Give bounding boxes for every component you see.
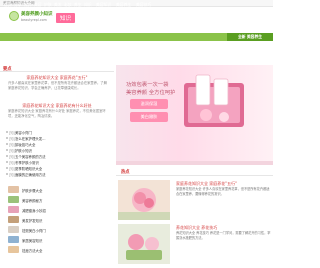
list-item[interactable]: [知] 面膜的正确使用方法 [6, 172, 114, 178]
nav-item-beauty[interactable]: 美容 [34, 2, 42, 8]
site-logo[interactable]: 美容养颜小知识 beautyrepl.com [9, 10, 53, 27]
list-item-tag: [知] [9, 155, 15, 159]
bullet-icon [6, 161, 8, 163]
thumb-list-text[interactable]: 家居美容知识 [22, 238, 42, 243]
bullet-icon [6, 155, 8, 157]
thumb-list-item[interactable]: 美容养颜秘方 [8, 196, 114, 204]
thumb-list-text[interactable]: 美容养颜秘方 [22, 198, 42, 203]
thumbnail-image[interactable] [8, 196, 19, 203]
product-image [184, 74, 244, 127]
summary-1: 许多人都喜欢在家里养花草，但不是所有花卉都适合在家里养。了解家庭养花知识，学会正… [8, 81, 107, 90]
nav-item-beauty-health[interactable]: 美容养生 [116, 2, 131, 8]
thumb-list-item[interactable]: 美发护发知识 [8, 216, 114, 224]
banner-heading: 功效包裹一次一袋 [126, 82, 169, 88]
thumb-list-item[interactable]: 祛痘方法大全 [8, 246, 114, 254]
logo-domain: beautyrepl.com [21, 18, 47, 22]
thumbnail-image[interactable] [8, 246, 19, 253]
thumb-list-item[interactable]: 减肥瘦身小妙招 [8, 206, 114, 214]
bullet-icon [6, 137, 8, 139]
thumb-list-item[interactable]: 祛斑美白小窍门 [8, 226, 114, 234]
thumb-list-item[interactable]: 家居美容知识 [8, 236, 114, 244]
thumb-list-text[interactable]: 祛痘方法大全 [22, 248, 42, 253]
article-image[interactable] [118, 224, 170, 264]
nav-item-home[interactable]: 首页 [4, 2, 12, 8]
list-item-tag: [知] [9, 161, 15, 165]
article-image[interactable] [118, 180, 170, 220]
thumb-list-text[interactable]: 护肤步骤大全 [22, 188, 42, 193]
nav-item-knowledge[interactable]: 知识 [84, 2, 92, 8]
thumbnail-image[interactable] [8, 236, 19, 243]
nav-item-health[interactable]: 养生 [74, 2, 82, 8]
list-item-text[interactable]: 卸妆技巧大全 [15, 142, 35, 147]
thumbnail-image[interactable] [8, 226, 19, 233]
list-item-text[interactable]: 五个美容养颜的方法 [15, 154, 46, 159]
article-summary: 家庭养花知识大全 许多人喜欢在家里养花草，但不是所有花卉都适合在家里养，要懂得养… [176, 187, 270, 196]
nav-item-beauty-knowledge[interactable]: 美容知识 [96, 2, 111, 8]
article-card[interactable]: 养花知识大全 养花技巧 养花知识大全 养花技巧 养花是一门学问，需要了解花卉的习… [118, 224, 273, 264]
list-item-text[interactable]: 夏季防晒知识大全 [15, 166, 42, 171]
list-item-tag: [知] [9, 143, 15, 147]
logo-text: 美容养颜小知识 [21, 12, 53, 17]
list-item-tag: [知] [9, 137, 15, 141]
thumbnail-image[interactable] [8, 186, 19, 193]
banner-footer-strip [116, 161, 273, 165]
nav-item-care[interactable]: 保养 [24, 2, 32, 8]
list-item-tag: [知] [9, 167, 15, 171]
category-badge[interactable]: 知识 [56, 13, 76, 23]
list-item-text[interactable]: 护肤小知识 [15, 148, 32, 153]
thumb-list-text[interactable]: 美发护发知识 [22, 218, 42, 223]
list-item-text[interactable]: 怎么在家护理头发… [15, 136, 46, 141]
bullet-icon [6, 149, 8, 151]
bullet-icon [6, 167, 8, 169]
bullet-icon [6, 143, 8, 145]
nav-item-beauty-tips[interactable]: 美容技巧 [136, 2, 151, 8]
nav-item-skincare[interactable]: 护肤 [44, 2, 52, 8]
article-card[interactable]: 家庭养花知识大全 家庭养花"五行" 家庭养花知识大全 许多人喜欢在家里养花草，但… [118, 180, 273, 220]
thumb-list-text[interactable]: 减肥瘦身小妙招 [22, 208, 46, 213]
divider [0, 71, 114, 72]
banner-button-whitening[interactable]: 美白嫩肤 [130, 112, 168, 122]
bullet-icon [6, 173, 8, 175]
thumbnail-image[interactable] [8, 216, 19, 223]
list-item-text[interactable]: 冬季护肤小常识 [15, 160, 39, 165]
list-item-text[interactable]: 美容小窍门 [15, 130, 32, 135]
thumb-list-item[interactable]: 护肤步骤大全 [8, 186, 114, 194]
list-item-tag: [知] [9, 149, 15, 153]
list-item-tag: [知] [9, 131, 15, 135]
nav-item-hair[interactable]: 美发 [54, 2, 62, 8]
banner-subheading: 美容养颜 全方位呵护 [126, 90, 176, 96]
list-item-text[interactable]: 面膜的正确使用方法 [15, 172, 46, 177]
thumbnail-image[interactable] [8, 206, 19, 213]
logo-mark-icon [9, 11, 19, 21]
article-summary: 养花知识大全 养花技巧 养花是一门学问，需要了解花卉的习性，掌握浇水施肥的方法。 [176, 231, 271, 240]
bullet-icon [6, 131, 8, 133]
thumb-list-text[interactable]: 祛斑美白小窍门 [22, 228, 46, 233]
summary-2: 家庭养花知识大全 家庭养花有什么好处 家庭养花，不仅美化居室环境，还能净化空气，… [8, 109, 106, 118]
nav-item-share[interactable]: 分享 [14, 2, 22, 8]
list-item-tag: [知] [9, 173, 15, 177]
banner-button-moisturize[interactable]: 滋润保湿 [130, 99, 168, 109]
nav-promo[interactable]: 全新 美容养生 [227, 33, 273, 41]
divider [116, 175, 273, 176]
promo-banner[interactable]: 功效包裹一次一袋 美容养颜 全方位呵护 滋润保湿 美白嫩肤 [116, 65, 273, 165]
nav-item-makeup[interactable]: 彩妆 [64, 2, 72, 8]
